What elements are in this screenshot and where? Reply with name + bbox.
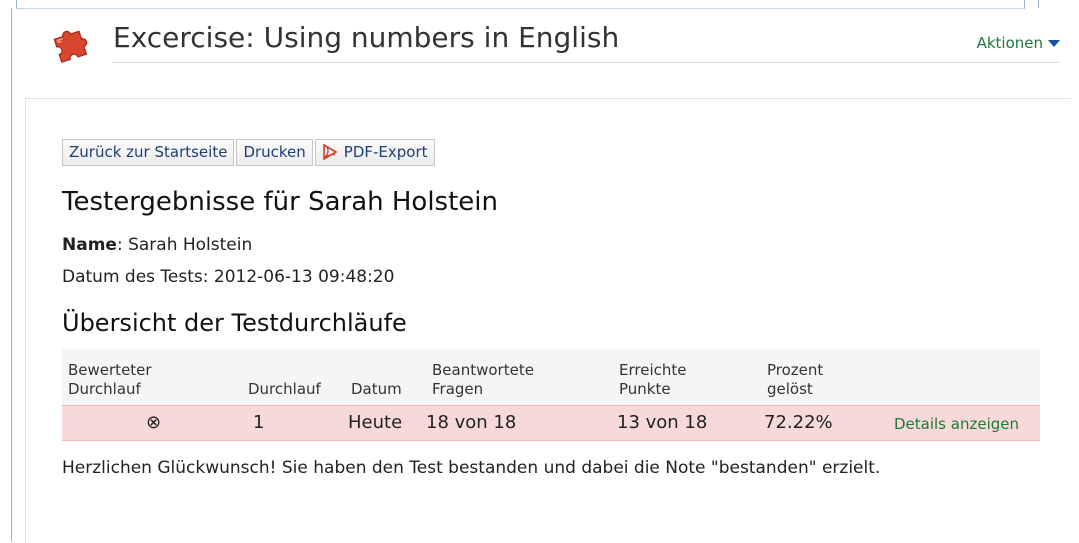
cell-run: 1 bbox=[253, 412, 265, 433]
name-line: Name: Sarah Holstein bbox=[62, 235, 252, 255]
result-message: Herzlichen Glückwunsch! Sie haben den Te… bbox=[62, 458, 881, 478]
result-heading: Testergebnisse für Sarah Holstein bbox=[62, 187, 498, 217]
puzzle-icon bbox=[53, 30, 88, 63]
col-points-line1: Erreichte bbox=[619, 361, 687, 379]
top-panels bbox=[0, 0, 1079, 9]
back-to-start-button[interactable]: Zurück zur Startseite bbox=[62, 139, 235, 166]
col-run: Durchlauf bbox=[248, 380, 321, 398]
top-panel-middle bbox=[330, 0, 1025, 9]
pdf-export-button[interactable]: PDF-Export bbox=[314, 139, 435, 166]
col-percent-line1: Prozent bbox=[767, 361, 824, 379]
table-row: ⊗ 1 Heute 18 von 18 13 von 18 72.22% Det… bbox=[62, 405, 1040, 441]
col-date: Datum bbox=[351, 380, 402, 398]
cell-date: Heute bbox=[348, 412, 403, 433]
caret-down-icon bbox=[1048, 40, 1060, 47]
page-header: Excercise: Using numbers in English Akti… bbox=[40, 12, 1065, 76]
col-points-line2: Punkte bbox=[619, 380, 671, 398]
pdf-icon bbox=[322, 144, 338, 160]
col-scored-run: Bewerteter Durchlauf bbox=[68, 361, 152, 399]
col-answered-line1: Beantwortete bbox=[432, 361, 534, 379]
pdf-export-label: PDF-Export bbox=[343, 143, 428, 161]
cell-answered: 18 von 18 bbox=[426, 412, 517, 433]
col-percent: Prozent gelöst bbox=[767, 361, 823, 399]
actions-menu[interactable]: Aktionen bbox=[977, 34, 1060, 52]
page-frame: Excercise: Using numbers in English Akti… bbox=[0, 0, 1079, 543]
header-divider bbox=[112, 62, 1060, 63]
col-scored-run-line1: Bewerteter bbox=[68, 361, 152, 379]
top-panel-left bbox=[16, 0, 332, 9]
col-scored-run-line2: Durchlauf bbox=[68, 380, 141, 398]
runs-table: Bewerteter Durchlauf Durchlauf Datum Bea… bbox=[62, 349, 1040, 441]
cell-percent: 72.22% bbox=[764, 412, 833, 433]
details-link[interactable]: Details anzeigen bbox=[894, 415, 1019, 433]
col-percent-line2: gelöst bbox=[767, 380, 813, 398]
top-panel-right bbox=[1038, 0, 1079, 8]
name-value: : Sarah Holstein bbox=[116, 235, 253, 255]
table-header: Bewerteter Durchlauf Durchlauf Datum Bea… bbox=[62, 349, 1040, 405]
print-button[interactable]: Drucken bbox=[236, 139, 313, 166]
actions-label: Aktionen bbox=[976, 34, 1043, 52]
col-answered: Beantwortete Fragen bbox=[432, 361, 534, 399]
col-points: Erreichte Punkte bbox=[619, 361, 686, 399]
overview-heading: Übersicht der Testdurchläufe bbox=[62, 309, 407, 337]
test-date: Datum des Tests: 2012-06-13 09:48:20 bbox=[62, 267, 395, 287]
page-title: Excercise: Using numbers in English bbox=[113, 21, 620, 54]
main-content: Zurück zur Startseite Drucken PDF-Export T… bbox=[25, 98, 1071, 543]
scored-marker-icon: ⊗ bbox=[146, 412, 162, 433]
col-answered-line2: Fragen bbox=[432, 380, 484, 398]
toolbar: Zurück zur Startseite Drucken PDF-Export bbox=[62, 139, 437, 166]
name-label: Name bbox=[62, 235, 117, 255]
left-border bbox=[11, 8, 12, 542]
cell-points: 13 von 18 bbox=[617, 412, 708, 433]
